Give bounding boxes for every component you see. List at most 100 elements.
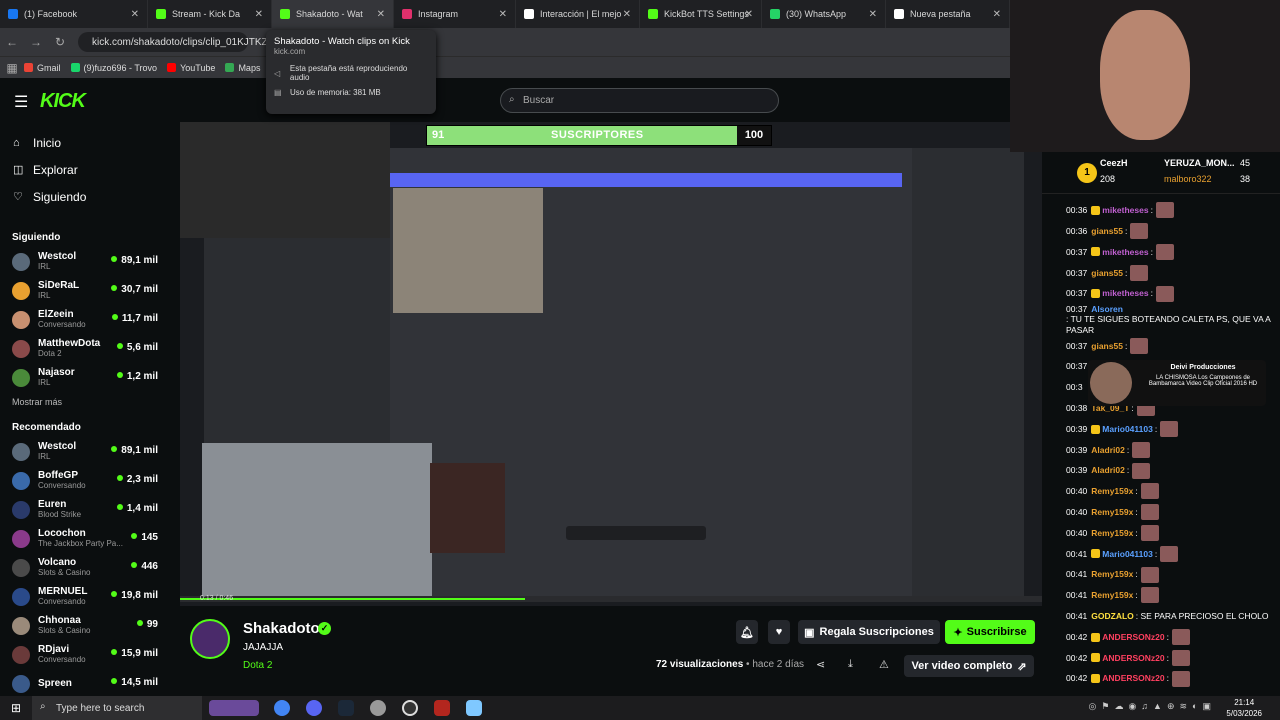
- chat-username[interactable]: miketheses: [1102, 288, 1148, 299]
- sidebar-channel-locochon[interactable]: Locochon The Jackbox Party Pa... 145: [0, 524, 180, 553]
- obs-icon[interactable]: [394, 700, 426, 716]
- bookmark-maps[interactable]: Maps: [225, 63, 260, 73]
- chat-username[interactable]: Remy159x: [1091, 569, 1133, 580]
- close-icon[interactable]: ✕: [745, 9, 753, 20]
- close-icon[interactable]: ✕: [623, 9, 631, 20]
- sidebar-channel-najasor[interactable]: Najasor IRL 1,2 mil: [0, 363, 180, 392]
- chat-message: 00:40 Remy159x:: [1066, 481, 1280, 502]
- chat-username[interactable]: ANDERSONz20: [1102, 653, 1164, 664]
- chat-username[interactable]: miketheses: [1102, 205, 1148, 216]
- avatar: [12, 558, 30, 577]
- url-field[interactable]: kick.com/shakadoto/clips/clip_01KJTKZ: [78, 32, 268, 52]
- close-icon[interactable]: ✕: [993, 9, 1001, 20]
- chat-username[interactable]: Remy159x: [1091, 590, 1133, 601]
- chat-timestamp: 00:36: [1066, 225, 1088, 236]
- report-icon[interactable]: ⚠: [879, 658, 889, 671]
- discord-icon[interactable]: [298, 700, 330, 716]
- tab-kickbot[interactable]: KickBot TTS Settings ✕: [640, 0, 762, 28]
- chat-username[interactable]: gians55: [1091, 268, 1123, 279]
- bookmark-gmail[interactable]: Gmail: [24, 63, 61, 73]
- sidebar-channel-westcol[interactable]: Westcol IRL 89,1 mil: [0, 437, 180, 466]
- close-icon[interactable]: ✕: [377, 9, 385, 20]
- app-icon[interactable]: [362, 700, 394, 716]
- chat-username[interactable]: Remy159x: [1091, 507, 1133, 518]
- video-timecode: 0:13 / 0:46: [200, 595, 234, 602]
- tab-whatsapp[interactable]: (30) WhatsApp ✕: [762, 0, 886, 28]
- back-icon[interactable]: ←: [0, 35, 24, 49]
- chat-username[interactable]: miketheses: [1102, 247, 1148, 258]
- sidebar-channel-sideral[interactable]: SiDeRaL IRL 30,7 mil: [0, 276, 180, 305]
- tab-shakadoto[interactable]: Shakadoto - Wat ✕: [272, 0, 394, 28]
- chat-username[interactable]: Remy159x: [1091, 528, 1133, 539]
- reload-icon[interactable]: ↻: [48, 35, 72, 49]
- sidebar-channel-elzeein[interactable]: ElZeein Conversando 11,7 mil: [0, 305, 180, 334]
- search-input[interactable]: ⌕ Buscar: [500, 88, 779, 113]
- channel-name[interactable]: Shakadoto: [243, 620, 320, 637]
- chat-username[interactable]: gians55: [1091, 341, 1123, 352]
- sidebar-channel-chhonaa[interactable]: Chhonaa Slots & Casino 99: [0, 611, 180, 640]
- nav-explorar[interactable]: ◫ Explorar: [0, 156, 180, 183]
- chat-username[interactable]: Mario041103: [1102, 549, 1153, 560]
- sidebar-channel-rdjavi[interactable]: RDjavi Conversando 15,9 mil: [0, 640, 180, 669]
- chat-username[interactable]: ANDERSONz20: [1102, 673, 1164, 684]
- subscriber-badge-icon: [1091, 247, 1101, 257]
- close-icon[interactable]: ✕: [869, 9, 877, 20]
- steam-icon[interactable]: [330, 700, 362, 716]
- close-icon[interactable]: ✕: [255, 9, 263, 20]
- bookmark-trovo[interactable]: (9)fuzo696 - Trovo: [70, 63, 157, 73]
- follow-button[interactable]: ♥: [768, 620, 790, 644]
- chat-username[interactable]: GODZALO: [1091, 611, 1134, 622]
- close-icon[interactable]: ✕: [499, 9, 507, 20]
- sidebar-channel-volcano[interactable]: Volcano Slots & Casino 446: [0, 553, 180, 582]
- chat-username[interactable]: Aladri02: [1091, 465, 1125, 476]
- chat-username[interactable]: Mario041103: [1102, 424, 1153, 435]
- dota-icon[interactable]: [426, 700, 458, 716]
- full-video-button[interactable]: Ver video completo ⇗: [904, 655, 1034, 677]
- notepad-icon[interactable]: [458, 700, 490, 716]
- chat-username[interactable]: gians55: [1091, 226, 1123, 237]
- nav-inicio[interactable]: ⌂ Inicio: [0, 129, 180, 156]
- kick-logo[interactable]: KICK: [40, 90, 86, 113]
- notification-button[interactable]: 🔔︎: [736, 620, 758, 644]
- channel-name: Locochon: [38, 528, 86, 539]
- taskbar-app-game[interactable]: [202, 700, 266, 716]
- tab-interaccion[interactable]: Interacción | El mejo ✕: [516, 0, 640, 28]
- channel-name: RDjavi: [38, 644, 70, 655]
- bookmark-youtube[interactable]: YouTube: [167, 63, 215, 73]
- show-more-link[interactable]: Mostrar más: [0, 392, 180, 412]
- sidebar-channel-spreen[interactable]: Spreen 14,5 mil: [0, 669, 180, 696]
- gift-subs-button[interactable]: ▣ Regala Suscripciones: [798, 620, 940, 644]
- recommended-header: Recomendado: [12, 422, 81, 433]
- chat-text: :: [1166, 652, 1170, 663]
- system-tray[interactable]: ◎⚑☁◉♫▲⊕≋◐▣: [1089, 701, 1216, 712]
- video-progress-bar[interactable]: [180, 596, 1042, 602]
- download-icon[interactable]: ⤓: [848, 658, 853, 671]
- chat-timestamp: 00:37: [1066, 267, 1088, 278]
- apps-icon[interactable]: ▦: [0, 61, 24, 75]
- windows-start-icon[interactable]: ⊞: [0, 701, 32, 715]
- chrome-icon[interactable]: [266, 700, 298, 716]
- channel-avatar[interactable]: [190, 619, 230, 659]
- chat-username[interactable]: Aladri02: [1091, 445, 1125, 456]
- chat-username[interactable]: Alsoren: [1091, 304, 1123, 315]
- taskbar-search[interactable]: ⌕ Type here to search: [32, 696, 202, 720]
- share-icon[interactable]: ⋖: [816, 658, 825, 671]
- sidebar-channel-mernuel[interactable]: MERNUEL Conversando 19,8 mil: [0, 582, 180, 611]
- tab-kick-dashboard[interactable]: Stream - Kick Da ✕: [148, 0, 272, 28]
- chat-username[interactable]: ANDERSONz20: [1102, 632, 1164, 643]
- tab-new[interactable]: Nueva pestaña ✕: [886, 0, 1010, 28]
- clip-category[interactable]: Dota 2: [243, 660, 272, 671]
- sidebar-channel-matthewdota[interactable]: MatthewDota Dota 2 5,6 mil: [0, 334, 180, 363]
- emote-icon: [1155, 243, 1174, 260]
- tab-facebook[interactable]: (1) Facebook ✕: [0, 0, 148, 28]
- nav-siguiendo[interactable]: ♡ Siguiendo: [0, 183, 180, 210]
- sidebar-channel-westcol[interactable]: Westcol IRL 89,1 mil: [0, 247, 180, 276]
- sidebar-channel-boffegp[interactable]: BoffeGP Conversando 2,3 mil: [0, 466, 180, 495]
- forward-icon[interactable]: →: [24, 35, 48, 49]
- chat-username[interactable]: Remy159x: [1091, 486, 1133, 497]
- close-icon[interactable]: ✕: [131, 9, 139, 20]
- subscribe-button[interactable]: ✦ Suscribirse: [945, 620, 1035, 644]
- sidebar-channel-euren[interactable]: Euren Blood Strike 1,4 mil: [0, 495, 180, 524]
- menu-icon[interactable]: ☰: [14, 92, 28, 112]
- tab-instagram[interactable]: Instagram ✕: [394, 0, 516, 28]
